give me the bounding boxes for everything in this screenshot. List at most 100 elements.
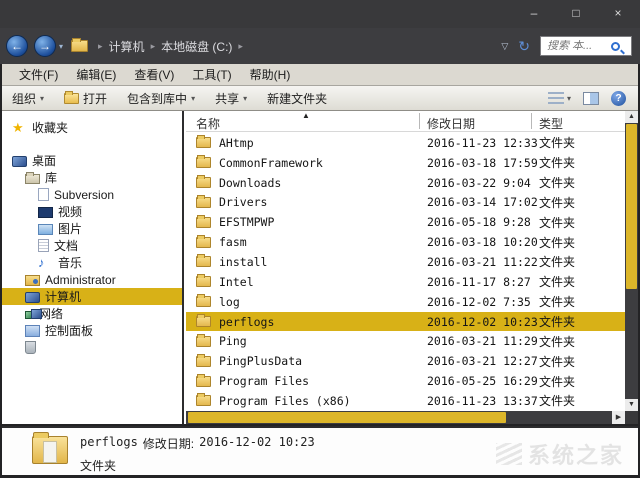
file-row[interactable]: Drivers 2016-03-14 17:02 文件夹 bbox=[186, 193, 625, 213]
menu-item[interactable]: 编辑(E) bbox=[67, 66, 125, 83]
open-button[interactable]: 打开 bbox=[54, 86, 117, 110]
file-type: 文件夹 bbox=[539, 295, 576, 310]
chevron-down-icon: ▾ bbox=[191, 93, 196, 103]
file-list-pane: ▲ 名称 修改日期 类型 AHtmp 2016-11-23 12:33 文件夹 Com… bbox=[186, 111, 638, 424]
sidebar-item-label: Administrator bbox=[45, 272, 116, 287]
maximize-button[interactable]: □ bbox=[568, 6, 584, 20]
close-button[interactable]: × bbox=[610, 6, 626, 20]
sidebar-item-videos[interactable]: 视频 bbox=[2, 203, 182, 220]
sidebar-item-music[interactable]: 音乐 bbox=[2, 254, 182, 271]
back-button[interactable]: ← bbox=[6, 35, 28, 57]
scroll-right-icon[interactable]: ▶ bbox=[612, 411, 625, 424]
sort-arrow-icon[interactable]: ▲ bbox=[302, 111, 310, 120]
new-folder-button[interactable]: 新建文件夹 bbox=[257, 86, 337, 110]
scroll-up-icon[interactable]: ▲ bbox=[625, 111, 638, 123]
column-header-name[interactable]: 名称 bbox=[196, 115, 220, 132]
sidebar-item-documents[interactable]: 文档 bbox=[2, 237, 182, 254]
desktop-icon bbox=[12, 155, 27, 167]
file-name: fasm bbox=[219, 235, 247, 250]
vertical-scrollbar[interactable]: ▲ ▼ bbox=[625, 111, 638, 411]
details-file-type: 文件夹 bbox=[80, 459, 117, 473]
file-type: 文件夹 bbox=[539, 195, 576, 210]
file-row[interactable]: Downloads 2016-03-22 9:04 文件夹 bbox=[186, 173, 625, 193]
refresh-icon[interactable]: ↻ bbox=[518, 38, 530, 55]
new-folder-label: 新建文件夹 bbox=[267, 91, 328, 106]
sidebar-item-subversion[interactable]: Subversion bbox=[2, 186, 182, 203]
file-row[interactable]: EFSTMPWP 2016-05-18 9:28 文件夹 bbox=[186, 212, 625, 232]
file-row[interactable]: perflogs 2016-12-02 10:23 文件夹 bbox=[186, 311, 625, 332]
file-row[interactable]: fasm 2016-03-18 10:20 文件夹 bbox=[186, 232, 625, 252]
column-divider[interactable] bbox=[419, 113, 420, 129]
sidebar-item-favorites[interactable]: 收藏夹 bbox=[2, 119, 182, 136]
sidebar-item-computer[interactable]: 计算机 bbox=[2, 288, 182, 305]
sidebar-item-administrator[interactable]: Administrator bbox=[2, 271, 182, 288]
column-divider[interactable] bbox=[531, 113, 532, 129]
address-dropdown-icon[interactable]: ▽ bbox=[501, 41, 508, 52]
nav-history-chevron-icon[interactable]: ▾ bbox=[59, 42, 63, 51]
share-button[interactable]: 共享 ▾ bbox=[205, 86, 257, 110]
library-icon bbox=[38, 188, 49, 201]
vertical-scroll-thumb[interactable] bbox=[626, 124, 637, 289]
file-row[interactable]: Intel 2016-11-17 8:27 文件夹 bbox=[186, 272, 625, 292]
file-row[interactable]: install 2016-03-21 11:22 文件夹 bbox=[186, 252, 625, 272]
search-icon[interactable] bbox=[611, 41, 620, 51]
sidebar-item-label: 桌面 bbox=[32, 154, 57, 168]
file-row[interactable]: Ping 2016-03-21 11:29 文件夹 bbox=[186, 331, 625, 351]
file-type: 文件夹 bbox=[539, 374, 576, 389]
search-box[interactable] bbox=[540, 36, 632, 56]
include-in-library-label: 包含到库中 bbox=[127, 91, 188, 106]
menu-item[interactable]: 帮助(H) bbox=[241, 66, 300, 83]
organize-button[interactable]: 组织 ▾ bbox=[2, 86, 54, 110]
file-date-modified: 2016-03-22 9:04 bbox=[427, 175, 531, 190]
recycle-bin-icon bbox=[25, 341, 36, 354]
change-view-button[interactable]: ▾ bbox=[547, 92, 571, 104]
file-row[interactable]: log 2016-12-02 7:35 文件夹 bbox=[186, 292, 625, 312]
sidebar-item-pictures[interactable]: 图片 bbox=[2, 220, 182, 237]
file-date-modified: 2016-03-18 17:59 bbox=[427, 155, 538, 170]
sidebar-item-network[interactable]: 网络 bbox=[2, 305, 182, 322]
sidebar-item-control-panel[interactable]: 控制面板 bbox=[2, 322, 182, 339]
file-name: Downloads bbox=[219, 175, 282, 190]
file-name: install bbox=[219, 254, 268, 269]
sidebar-item-recycle-bin[interactable] bbox=[2, 339, 182, 356]
file-row[interactable]: CommonFramework 2016-03-18 17:59 文件夹 bbox=[186, 153, 625, 173]
title-bar: – □ × bbox=[0, 0, 640, 28]
help-icon[interactable]: ? bbox=[611, 90, 626, 106]
preview-pane-icon[interactable] bbox=[583, 91, 599, 105]
file-date-modified: 2016-03-18 10:20 bbox=[427, 235, 538, 250]
breadcrumb: ▸ 计算机 ▸ 本地磁盘 (C:) ▸ bbox=[92, 38, 249, 55]
column-header-type[interactable]: 类型 bbox=[539, 115, 563, 132]
include-in-library-button[interactable]: 包含到库中 ▾ bbox=[117, 86, 205, 110]
folder-icon bbox=[196, 254, 211, 268]
file-row[interactable]: AHtmp 2016-11-23 12:33 文件夹 bbox=[186, 133, 625, 153]
file-rows: AHtmp 2016-11-23 12:33 文件夹 CommonFramework 2… bbox=[186, 133, 625, 411]
scroll-down-icon[interactable]: ▼ bbox=[625, 399, 638, 411]
file-row[interactable]: Program Files (x86) 2016-11-23 13:37 文件夹 bbox=[186, 391, 625, 411]
folder-icon bbox=[196, 214, 211, 228]
minimize-button[interactable]: – bbox=[526, 6, 542, 20]
open-label: 打开 bbox=[83, 91, 108, 106]
file-type: 文件夹 bbox=[539, 394, 576, 409]
horizontal-scrollbar[interactable]: ▶ bbox=[186, 411, 625, 424]
horizontal-scroll-thumb[interactable] bbox=[188, 412, 506, 423]
scrollbar-corner bbox=[625, 411, 638, 424]
file-date-modified: 2016-12-02 7:35 bbox=[427, 294, 531, 309]
search-input[interactable] bbox=[541, 40, 609, 52]
watermark-logo-icon bbox=[495, 443, 522, 465]
sidebar-item-libraries[interactable]: 库 bbox=[2, 169, 182, 186]
sidebar-item-desktop[interactable]: 桌面 bbox=[2, 152, 182, 169]
videos-icon bbox=[38, 206, 53, 218]
column-header-date[interactable]: 修改日期 bbox=[427, 115, 475, 132]
file-name: Program Files (x86) bbox=[219, 393, 351, 408]
folder-icon bbox=[196, 135, 211, 149]
file-name: AHtmp bbox=[219, 135, 254, 150]
menu-item[interactable]: 查看(V) bbox=[125, 66, 183, 83]
file-row[interactable]: PingPlusData 2016-03-21 12:27 文件夹 bbox=[186, 351, 625, 371]
menu-item[interactable]: 文件(F) bbox=[10, 66, 67, 83]
breadcrumb-item[interactable]: 计算机 bbox=[109, 38, 145, 55]
breadcrumb-item[interactable]: 本地磁盘 (C:) bbox=[161, 38, 232, 55]
file-date-modified: 2016-03-21 11:22 bbox=[427, 254, 538, 269]
menu-item[interactable]: 工具(T) bbox=[183, 66, 240, 83]
file-row[interactable]: Program Files 2016-05-25 16:29 文件夹 bbox=[186, 371, 625, 391]
forward-button[interactable]: → bbox=[34, 35, 56, 57]
